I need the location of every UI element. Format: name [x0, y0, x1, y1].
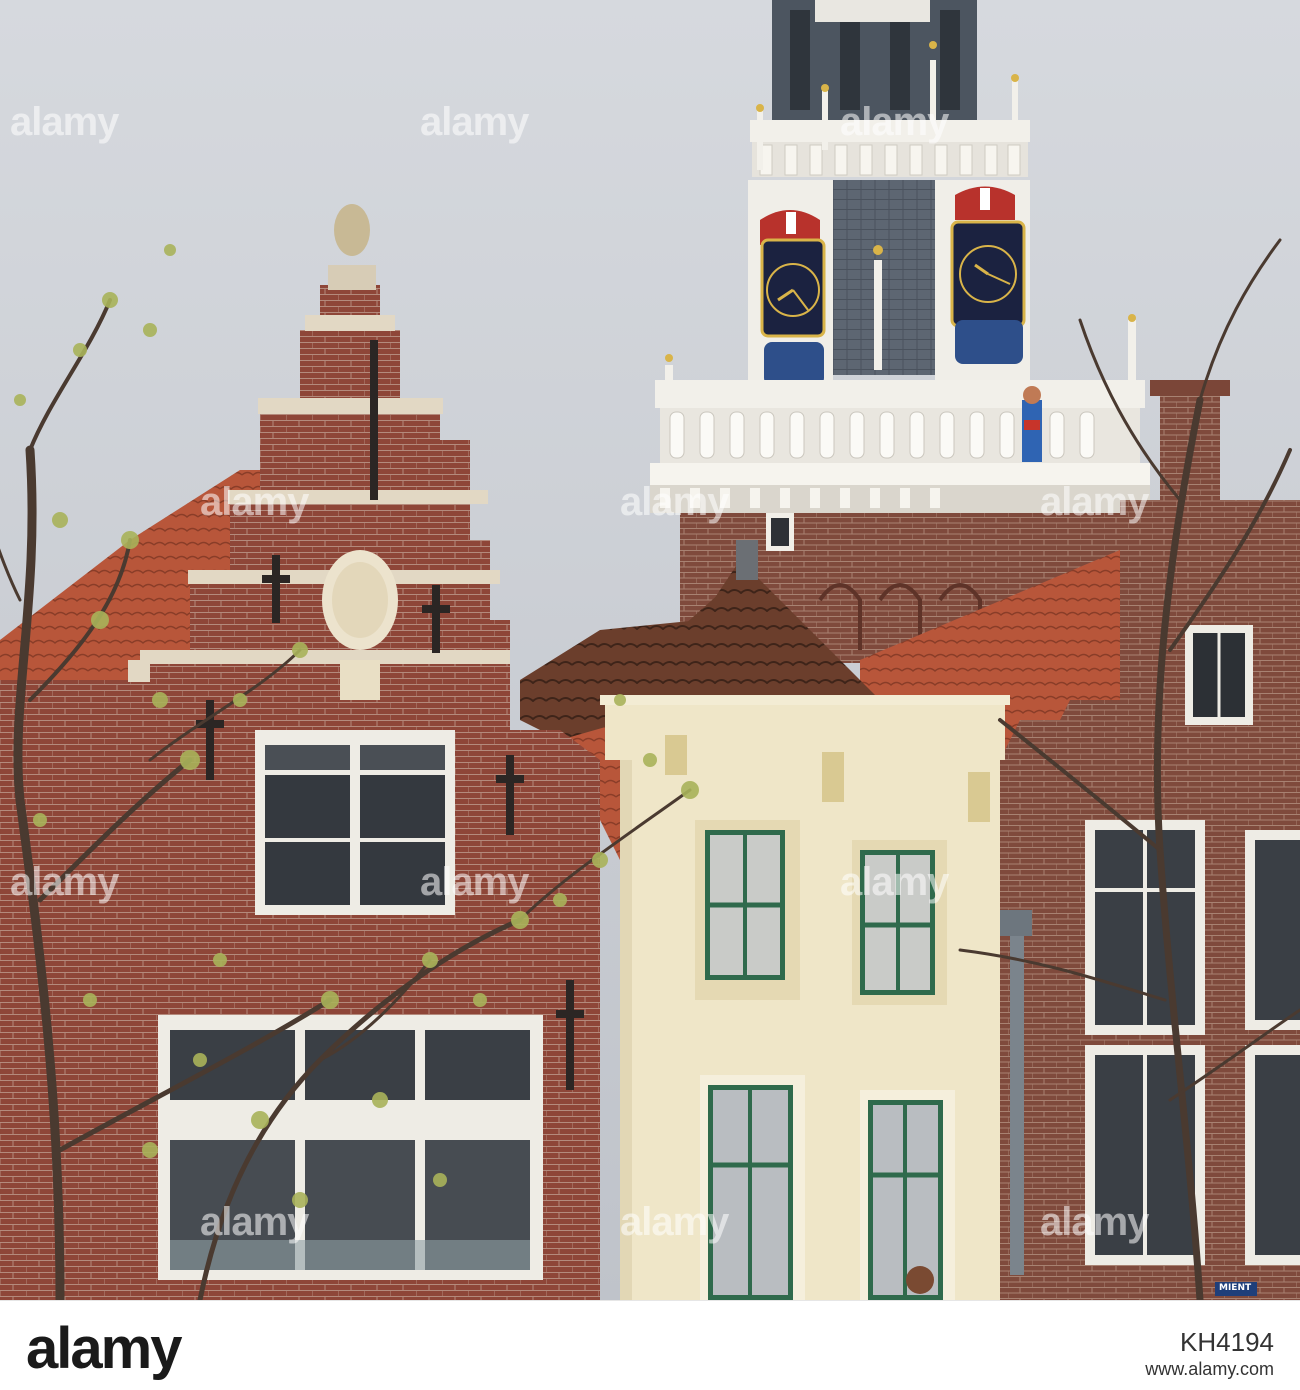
watermark-text: alamy — [840, 860, 949, 904]
watermark-text: alamy — [200, 1200, 309, 1244]
watermark-text: alamy — [620, 1200, 729, 1244]
watermark-text: alamy — [1040, 1200, 1149, 1244]
footer-bar: alamy KH4194 www.alamy.com — [0, 1300, 1300, 1390]
watermark-text: alamy — [1040, 480, 1149, 524]
watermark-text: alamy — [200, 480, 309, 524]
footer-url: www.alamy.com — [1145, 1359, 1274, 1379]
street-sign: MIENT — [1219, 1283, 1252, 1293]
image-stage: alamy alamy alamy alamy alamy alamy alam… — [0, 0, 1300, 1390]
footer-image-id: KH4194 — [1180, 1327, 1274, 1357]
watermark-text: alamy — [10, 860, 119, 904]
watermark-text: alamy — [620, 480, 729, 524]
photo-scene — [0, 0, 1300, 1300]
watermark-text: alamy — [420, 100, 529, 144]
watermark-text: alamy — [840, 100, 949, 144]
footer-logo: alamy — [26, 1316, 182, 1381]
watermark-text: alamy — [10, 100, 119, 144]
watermark-text: alamy — [420, 860, 529, 904]
